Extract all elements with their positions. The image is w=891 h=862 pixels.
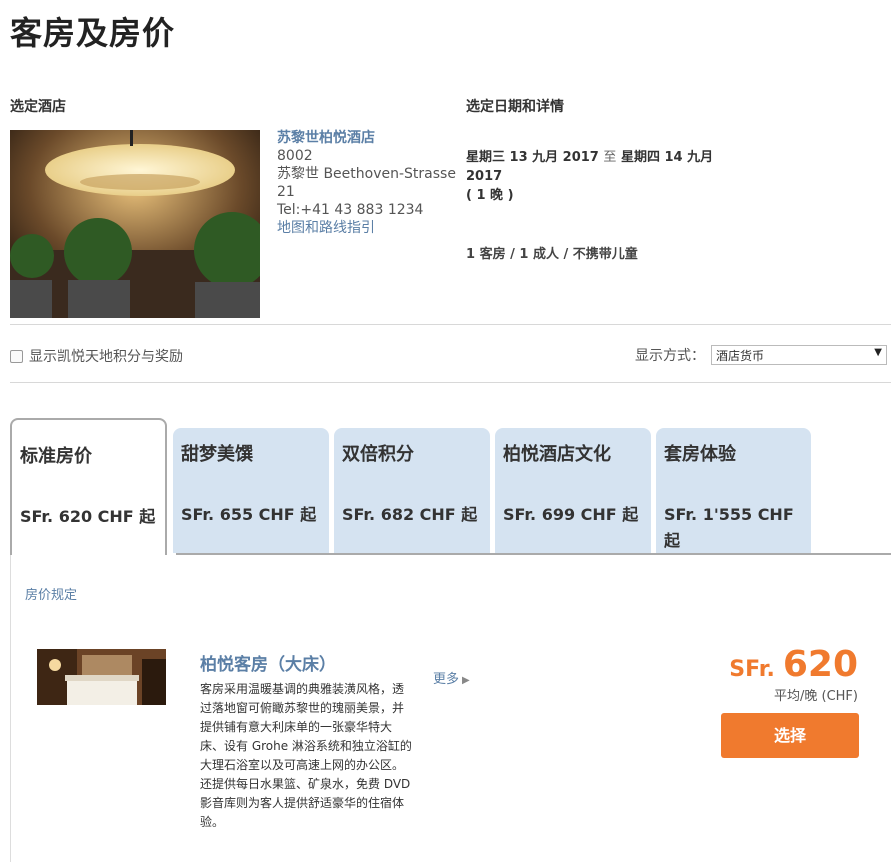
tab-sweet-dreams[interactable]: 甜梦美馔 SFr. 655 CHF 起 (173, 428, 329, 553)
display-mode-label: 显示方式： (635, 348, 705, 364)
tab-name: 套房体验 (664, 444, 736, 465)
divider (10, 382, 891, 383)
checkin-date: 星期三 13 九月 2017 (466, 150, 599, 165)
currency-select-value: 酒店货币 (716, 349, 765, 363)
hotel-phone: Tel:+41 43 883 1234 (277, 202, 424, 218)
tab-price: SFr. 699 CHF 起 (503, 505, 639, 524)
tab-name: 甜梦美馔 (181, 444, 253, 465)
rate-tabs: 标准房价 SFr. 620 CHF 起 甜梦美馔 SFr. 655 CHF 起 … (10, 418, 891, 555)
stay-dates: 星期三 13 九月 2017 至 星期四 14 九月 2017 ( 1 晚 ) (466, 148, 736, 205)
tab-suite-experience[interactable]: 套房体验 SFr. 1'555 CHF 起 (656, 428, 811, 553)
more-link[interactable]: 更多 ▶ (433, 668, 470, 687)
price-amount: 620 (782, 644, 858, 685)
panel-border (10, 555, 11, 862)
hotel-section-label: 选定酒店 (10, 99, 66, 115)
tab-name: 标准房价 (20, 446, 92, 467)
rate-rules-link[interactable]: 房价规定 (25, 584, 77, 603)
caret-down-icon: ▼ (874, 347, 882, 358)
tab-double-points[interactable]: 双倍积分 SFr. 682 CHF 起 (334, 428, 490, 553)
tab-price: SFr. 620 CHF 起 (20, 507, 156, 526)
map-link[interactable]: 地图和路线指引 (277, 219, 457, 237)
tab-price: SFr. 655 CHF 起 (181, 505, 317, 524)
hotel-address: 苏黎世 Beethoven-Strasse 21 (277, 166, 456, 200)
tab-price: SFr. 682 CHF 起 (342, 505, 478, 524)
room-description: 客房采用温暖基调的典雅装潢风格，透过落地窗可俯瞰苏黎世的瑰丽美景，并提供铺有意大… (200, 682, 412, 829)
tab-price: SFr. 1'555 CHF 起 (664, 505, 794, 550)
room-price: SFr. 620 平均/晚 (CHF) (700, 644, 858, 704)
tab-name: 双倍积分 (342, 444, 414, 465)
dates-section-label: 选定日期和详情 (466, 99, 564, 115)
points-checkbox-label: 显示凯悦天地积分与奖励 (29, 349, 183, 365)
date-separator: 至 (603, 150, 617, 165)
tab-standard-rate[interactable]: 标准房价 SFr. 620 CHF 起 (10, 418, 167, 555)
nights-count: ( 1 晚 ) (466, 188, 514, 203)
divider (10, 324, 891, 325)
display-mode: 显示方式： 酒店货币 ▼ (635, 345, 887, 365)
price-per-night: 平均/晚 (CHF) (774, 689, 858, 704)
hotel-photo (10, 130, 260, 318)
hotel-name-link[interactable]: 苏黎世柏悦酒店 (277, 129, 457, 147)
select-room-button[interactable]: 选择 (721, 713, 859, 758)
hotel-postcode: 8002 (277, 148, 313, 164)
hotel-info: 苏黎世柏悦酒店 8002 苏黎世 Beethoven-Strasse 21 Te… (277, 129, 457, 237)
points-checkbox-row[interactable]: 显示凯悦天地积分与奖励 (10, 346, 183, 366)
chevron-right-icon: ▶ (462, 675, 470, 686)
tab-park-hyatt-culture[interactable]: 柏悦酒店文化 SFr. 699 CHF 起 (495, 428, 651, 553)
room-photo[interactable] (37, 649, 166, 705)
guests-summary: 1 客房 / 1 成人 / 不携带儿童 (466, 247, 638, 262)
room-name-link[interactable]: 柏悦客房（大床） (200, 650, 336, 675)
more-link-label: 更多 (433, 672, 460, 687)
price-currency: SFr. (729, 657, 775, 682)
page-title: 客房及房价 (10, 14, 176, 52)
currency-select[interactable]: 酒店货币 ▼ (711, 345, 887, 365)
points-checkbox[interactable] (10, 349, 23, 363)
tab-name: 柏悦酒店文化 (503, 444, 611, 465)
